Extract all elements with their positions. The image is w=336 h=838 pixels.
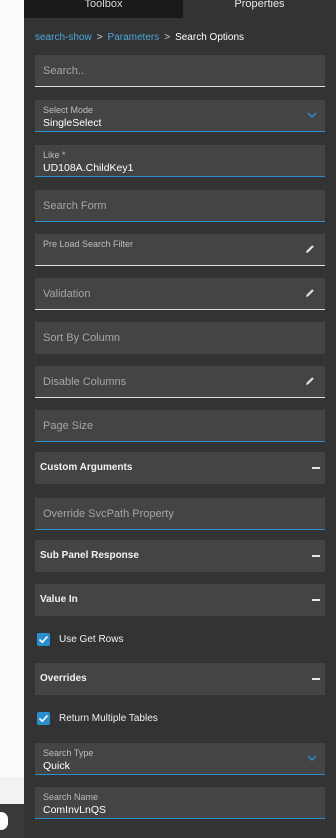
page-size-placeholder: Page Size	[43, 420, 94, 432]
search-type-label: Search Type	[43, 748, 94, 758]
use-get-rows-label: Use Get Rows	[59, 634, 124, 645]
breadcrumb-search-show[interactable]: search-show	[35, 32, 92, 43]
like-label: Like *	[43, 150, 66, 160]
override-svcpath-placeholder: Override SvcPath Property	[43, 508, 174, 520]
sort-by-column-placeholder: Sort By Column	[43, 332, 121, 344]
validation-field[interactable]: Validation	[35, 278, 325, 310]
chevron-down-icon[interactable]	[307, 111, 317, 119]
search-form-field[interactable]: Search Form	[35, 190, 325, 222]
search-input[interactable]: Search..	[35, 55, 325, 87]
breadcrumb: search-show > Parameters > Search Options	[35, 31, 244, 45]
search-form-placeholder: Search Form	[43, 200, 107, 212]
section-value-in[interactable]: Value In	[35, 584, 325, 616]
pencil-icon[interactable]	[304, 243, 316, 255]
like-value: UD108A.ChildKey1	[43, 162, 134, 174]
breadcrumb-separator: >	[96, 32, 103, 43]
select-mode-label: Select Mode	[43, 105, 94, 115]
section-custom-arguments-title: Custom Arguments	[40, 462, 133, 473]
disable-columns-field[interactable]: Disable Columns	[35, 366, 325, 398]
checkmark-icon[interactable]	[37, 712, 50, 725]
sort-by-column-field[interactable]: Sort By Column	[35, 322, 325, 354]
section-value-in-title: Value In	[40, 594, 78, 605]
disable-columns-placeholder: Disable Columns	[43, 376, 127, 388]
checkmark-icon[interactable]	[37, 633, 50, 646]
select-mode-dropdown[interactable]: Select Mode SingleSelect	[35, 100, 325, 132]
minus-icon[interactable]	[312, 599, 320, 601]
minus-icon[interactable]	[312, 555, 320, 557]
pre-load-search-filter-hint: · ·	[43, 252, 49, 258]
section-overrides-title: Overrides	[40, 673, 87, 684]
search-type-value: Quick	[43, 760, 70, 772]
return-multiple-tables-label: Return Multiple Tables	[59, 713, 158, 724]
search-name-value: ComInvLnQS	[43, 804, 107, 816]
breadcrumb-current: Search Options	[175, 32, 245, 43]
tab-properties[interactable]: Properties	[183, 0, 336, 18]
search-placeholder: Search..	[43, 65, 84, 77]
panel-tabs: Toolbox Properties	[24, 0, 336, 18]
like-field[interactable]: Like * UD108A.ChildKey1	[35, 145, 325, 177]
section-overrides[interactable]: Overrides	[35, 663, 325, 695]
pencil-icon[interactable]	[304, 287, 316, 299]
validation-placeholder: Validation	[43, 288, 91, 300]
section-sub-panel-response[interactable]: Sub Panel Response	[35, 540, 325, 572]
section-sub-panel-response-title: Sub Panel Response	[40, 550, 139, 561]
override-svcpath-field[interactable]: Override SvcPath Property	[35, 498, 325, 530]
workspace-strip	[0, 0, 24, 838]
chevron-down-icon[interactable]	[307, 754, 317, 762]
search-name-field[interactable]: Search Name ComInvLnQS	[35, 787, 325, 819]
properties-panel: Toolbox Properties search-show > Parameter…	[24, 0, 336, 838]
minus-icon[interactable]	[312, 467, 320, 469]
breadcrumb-parameters[interactable]: Parameters	[108, 32, 160, 43]
pencil-icon[interactable]	[304, 375, 316, 387]
pre-load-search-filter-label: Pre Load Search Filter	[43, 239, 134, 249]
workspace-canvas	[0, 0, 24, 777]
tab-toolbox[interactable]: Toolbox	[24, 0, 183, 18]
select-mode-value: SingleSelect	[43, 117, 102, 129]
minus-icon[interactable]	[312, 678, 320, 680]
pre-load-search-filter-field[interactable]: Pre Load Search Filter · ·	[35, 234, 325, 266]
section-custom-arguments[interactable]: Custom Arguments	[35, 452, 325, 484]
search-name-label: Search Name	[43, 792, 99, 802]
page-size-field[interactable]: Page Size	[35, 410, 325, 442]
search-type-dropdown[interactable]: Search Type Quick	[35, 743, 325, 775]
breadcrumb-separator: >	[164, 32, 171, 43]
